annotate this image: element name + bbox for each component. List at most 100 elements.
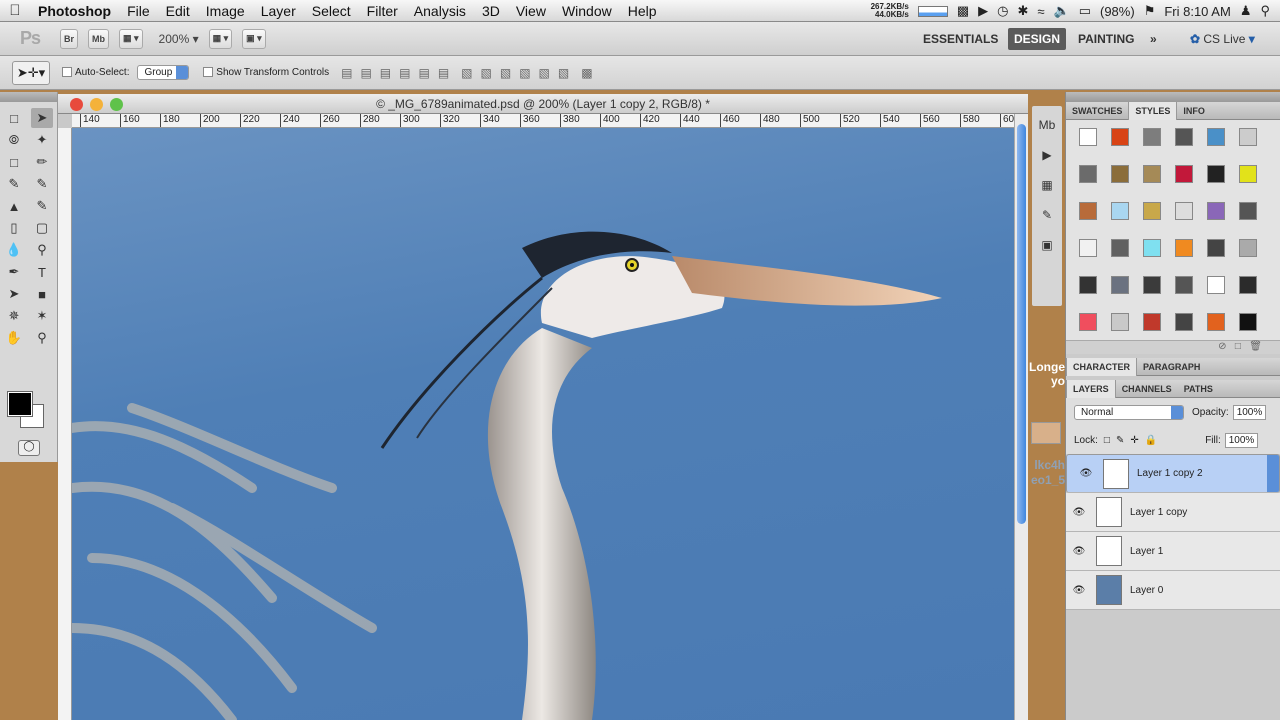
style-swatch[interactable] [1079,239,1097,257]
type-tool-icon[interactable]: T [31,262,53,282]
align-hcenter-icon[interactable]: ▤ [418,66,429,80]
style-swatch[interactable] [1079,165,1097,183]
cs-live-button[interactable]: ✿ CS Live ▾ [1190,22,1255,56]
blur-tool-icon[interactable]: 💧 [3,240,25,260]
style-swatch[interactable] [1207,165,1225,183]
tab-character[interactable]: CHARACTER [1066,357,1137,376]
history-brush-tool-icon[interactable]: ✎ [31,196,53,216]
layer-row[interactable]: 👁 Layer 1 [1066,532,1280,571]
view-extras-button[interactable]: ▦ ▾ [119,28,143,49]
time-machine-icon[interactable]: ◷ [997,3,1008,19]
bridge-button[interactable]: Br [60,28,79,49]
workspace-design[interactable]: DESIGN [1008,28,1067,50]
style-swatch[interactable] [1079,276,1097,294]
zoom-icon[interactable] [110,98,123,111]
auto-align-button[interactable]: ▩ [581,66,592,80]
scrollbar-thumb[interactable] [1017,124,1026,524]
style-swatch[interactable] [1079,202,1097,220]
eyedropper-tool-icon[interactable]: ✏ [31,152,53,172]
wifi-icon[interactable]: ≈ [1037,4,1044,19]
style-swatch[interactable] [1111,313,1129,331]
delete-style-icon[interactable]: 🗑 [1249,341,1262,352]
style-swatch[interactable] [1143,313,1161,331]
layer-row[interactable]: 👁 Layer 0 [1066,571,1280,610]
display-icon[interactable]: ▩ [957,3,969,19]
auto-select-checkbox[interactable]: Auto-Select: [62,67,129,78]
distribute-right-icon[interactable]: ▧ [558,66,569,80]
screen-mode-button[interactable]: ▣ ▾ [242,28,266,49]
media-icon[interactable]: ▶ [978,3,988,19]
align-vcenter-icon[interactable]: ▤ [360,66,371,80]
distribute-hcenter-icon[interactable]: ▧ [539,66,550,80]
document-titlebar[interactable]: © _MG_6789animated.psd @ 200% (Layer 1 c… [58,94,1028,114]
spotlight-search-icon[interactable]: ⚲ [1260,3,1270,19]
battery-icon[interactable]: ▭ [1079,3,1091,19]
layer-row[interactable]: 👁 Layer 1 copy [1066,493,1280,532]
align-right-icon[interactable]: ▤ [438,66,449,80]
visibility-eye-icon[interactable]: 👁 [1073,468,1099,479]
distribute-top-icon[interactable]: ▧ [461,66,472,80]
zoom-level-select[interactable]: 200% ▾ [159,32,199,46]
eraser-tool-icon[interactable]: ▯ [3,218,25,238]
style-swatch[interactable] [1239,276,1257,294]
tab-paragraph[interactable]: PARAGRAPH [1137,358,1206,376]
path-selection-tool-icon[interactable]: ➤ [3,284,25,304]
more-workspaces-icon[interactable]: » [1150,22,1157,56]
horizontal-ruler[interactable]: 140 160 180 200 220 240 260 280 300 320 340 360 380 4… [72,114,1014,128]
style-swatch[interactable] [1207,128,1225,146]
style-swatch[interactable] [1143,165,1161,183]
lock-position-icon[interactable]: ✛ [1130,435,1138,446]
volume-icon[interactable]: 🔈 [1054,3,1070,19]
style-swatch[interactable] [1175,165,1193,183]
auto-align-icon[interactable]: ▩ [581,66,592,80]
tab-info[interactable]: INFO [1177,102,1211,120]
style-swatch[interactable] [1239,202,1257,220]
style-swatch[interactable] [1079,128,1097,146]
new-style-icon[interactable]: □ [1235,341,1241,352]
style-swatch[interactable] [1143,202,1161,220]
workspace-essentials[interactable]: ESSENTIALS [923,22,998,56]
lock-image-icon[interactable]: ✎ [1116,435,1124,446]
clone-stamp-tool-icon[interactable]: ▲ [3,196,25,216]
clear-style-icon[interactable]: ⊘ [1218,341,1226,352]
style-swatch[interactable] [1239,165,1257,183]
style-swatch[interactable] [1207,239,1225,257]
arrange-documents-button[interactable]: ▦ ▾ [208,28,233,49]
opacity-input[interactable]: 100% [1232,404,1267,420]
menu-view[interactable]: View [508,3,554,19]
style-swatch[interactable] [1175,128,1193,146]
show-transform-checkbox[interactable]: Show Transform Controls [203,67,329,78]
align-left-icon[interactable]: ▤ [399,66,410,80]
clock[interactable]: Fri 8:10 AM [1164,4,1230,19]
brush-tool-icon[interactable]: ✎ [31,174,53,194]
style-swatch[interactable] [1207,202,1225,220]
tab-channels[interactable]: CHANNELS [1116,380,1178,398]
crop-tool-icon[interactable]: □ [3,152,25,172]
zoom-tool-icon[interactable]: ⚲ [31,328,53,348]
lasso-tool-icon[interactable]: ⦾ [3,130,25,150]
style-swatch[interactable] [1207,276,1225,294]
style-swatch[interactable] [1175,313,1193,331]
canvas[interactable] [72,128,1014,720]
marquee-tool-icon[interactable]: □ [3,108,25,128]
healing-brush-tool-icon[interactable]: ✎ [3,174,25,194]
style-swatch[interactable] [1239,128,1257,146]
style-swatch[interactable] [1111,165,1129,183]
style-swatch[interactable] [1175,276,1193,294]
move-tool-icon[interactable]: ➤ [31,108,53,128]
style-swatch[interactable] [1239,313,1257,331]
style-swatch[interactable] [1175,202,1193,220]
style-swatch[interactable] [1111,128,1129,146]
foreground-color-swatch[interactable] [7,391,33,417]
battery-percent[interactable]: (98%) [1100,4,1135,19]
style-swatch[interactable] [1143,128,1161,146]
animation-panel-icon[interactable]: ▶ [1035,144,1059,166]
menu-3d[interactable]: 3D [474,3,508,19]
dodge-tool-icon[interactable]: ⚲ [31,240,53,260]
style-swatch[interactable] [1175,239,1193,257]
style-swatch[interactable] [1143,276,1161,294]
vertical-scrollbar[interactable] [1014,114,1028,720]
menu-image[interactable]: Image [198,3,253,19]
vertical-ruler[interactable] [58,128,72,720]
menu-help[interactable]: Help [620,3,665,19]
